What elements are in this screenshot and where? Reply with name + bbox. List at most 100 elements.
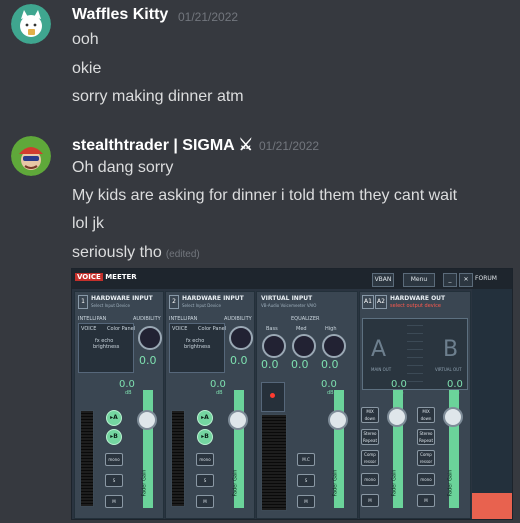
equalizer-label: EQUALIZER xyxy=(291,316,320,322)
strip-device: VB-Audio Voicemeeter VAIO xyxy=(261,303,317,308)
voicemeeter-logo: VOICE MEETER xyxy=(75,273,137,281)
strip-header: VIRTUAL INPUT xyxy=(261,295,313,302)
intellipan-label: INTELLIPAN xyxy=(169,316,198,322)
output-bus-b: 0.0 dB MIXdown Stereo Repeat Comp ressor… xyxy=(415,369,469,517)
strip-header[interactable]: HARDWARE INPUT xyxy=(91,295,153,302)
bus-db-value: 0.0 xyxy=(391,379,407,390)
eq-med-label: Med xyxy=(296,326,307,332)
mute-button[interactable]: M xyxy=(196,495,214,508)
bus-b-letter: B xyxy=(443,337,459,362)
hardware-input-strip-1: 1 HARDWARE INPUT Select Input Device INT… xyxy=(74,291,164,519)
message-text: lol jk xyxy=(72,215,105,232)
eq-high-label: High xyxy=(325,326,337,332)
compressor-button[interactable]: Comp ressor xyxy=(417,450,435,466)
message-text: My kids are asking for dinner i told the… xyxy=(72,187,458,204)
level-meter xyxy=(171,410,185,507)
mute-button[interactable]: M xyxy=(297,495,315,508)
fader-gain[interactable]: Fader Gain xyxy=(141,390,153,508)
mc-button[interactable]: M.C xyxy=(297,453,315,466)
cat-avatar-icon xyxy=(11,4,51,44)
audibility-label: AUDIBILITY xyxy=(133,316,161,322)
mono-button[interactable]: mono xyxy=(105,453,123,466)
fader-label: Fader Gain xyxy=(232,469,239,497)
intellipan-pad[interactable]: VOICE Color Panel fx echo brightness xyxy=(78,323,135,373)
bus-a1-button[interactable]: A1 xyxy=(362,295,374,309)
intellipan-pad[interactable]: VOICE Color Panel fx echo brightness xyxy=(169,323,226,373)
strip-number: 1 xyxy=(78,295,88,309)
attachment-image[interactable]: VOICE MEETER VBAN Menu _ ✕ FORUM 1 HARDW… xyxy=(71,268,513,520)
route-b-button[interactable]: ▸B xyxy=(106,429,122,445)
eq-high-value: 0.0 xyxy=(321,358,339,371)
timestamp: 01/21/2022 xyxy=(259,139,320,153)
bus-db-value: 0.0 xyxy=(447,379,463,390)
avatar-stealthtrader[interactable] xyxy=(11,136,51,176)
gain-db-value: 0.0 xyxy=(321,379,337,390)
message-body: seriously tho xyxy=(72,244,162,261)
audibility-knob[interactable] xyxy=(138,326,162,350)
route-b-button[interactable]: ▸B xyxy=(197,429,213,445)
message-text: okie xyxy=(72,60,102,77)
bus-a2-button[interactable]: A2 xyxy=(375,295,387,309)
gain-db-unit: dB xyxy=(125,390,132,396)
username[interactable]: Waffles Kitty xyxy=(72,6,168,24)
fader-knob[interactable] xyxy=(443,407,463,427)
virtual-meter-panel xyxy=(261,382,285,412)
mute-button[interactable]: M xyxy=(105,495,123,508)
strip-device[interactable]: Select Input Device xyxy=(182,303,221,308)
timestamp: 01/21/2022 xyxy=(178,10,239,24)
message-text: ooh xyxy=(72,31,99,48)
fader-gain[interactable]: Fader Gain xyxy=(332,390,344,508)
solo-button[interactable]: S xyxy=(196,474,214,487)
mix-down-button[interactable]: MIX down xyxy=(361,407,379,423)
fader-label: Fader Gain xyxy=(332,469,339,497)
fader-knob[interactable] xyxy=(387,407,407,427)
fader-gain[interactable]: Fader Gain xyxy=(232,390,244,508)
mono-button[interactable]: mono xyxy=(417,473,435,486)
mute-button[interactable]: M xyxy=(361,494,379,507)
strip-number: 2 xyxy=(169,295,179,309)
vban-button[interactable]: VBAN xyxy=(372,273,394,287)
fader-knob[interactable] xyxy=(328,410,348,430)
eq-bass-knob[interactable] xyxy=(262,334,286,358)
hardware-out-header: HARDWARE OUT xyxy=(390,295,446,302)
bus-a-letter: A xyxy=(371,337,387,362)
mute-button[interactable]: M xyxy=(417,494,435,507)
strip-header[interactable]: HARDWARE INPUT xyxy=(182,295,244,302)
stereo-repeat-button[interactable]: Stereo Repeat xyxy=(361,429,379,445)
audibility-value: 0.0 xyxy=(139,354,157,367)
background-taskbar-accent xyxy=(472,493,512,519)
username[interactable]: stealthtrader | SIGMA ⚔ xyxy=(72,135,253,155)
eq-bass-label: Bass xyxy=(266,326,278,332)
mix-down-button[interactable]: MIX down xyxy=(417,407,435,423)
minimize-button[interactable]: _ xyxy=(443,273,457,287)
gain-db-unit: dB xyxy=(216,390,223,396)
mascot-avatar-icon xyxy=(11,136,51,176)
fader-knob[interactable] xyxy=(137,410,157,430)
background-window xyxy=(472,289,512,519)
level-meter xyxy=(80,410,94,507)
solo-button[interactable]: S xyxy=(297,474,315,487)
audibility-value: 0.0 xyxy=(230,354,248,367)
avatar-waffles-kitty[interactable] xyxy=(11,4,51,44)
eq-high-knob[interactable] xyxy=(322,334,346,358)
virtual-input-strip: VIRTUAL INPUT VB-Audio Voicemeeter VAIO … xyxy=(256,291,358,519)
menu-button[interactable]: Menu xyxy=(403,273,435,287)
level-meter xyxy=(261,414,287,511)
route-a-button[interactable]: ▸A xyxy=(197,410,213,426)
output-warning[interactable]: select output device xyxy=(390,303,441,309)
close-button[interactable]: ✕ xyxy=(459,273,473,287)
mono-button[interactable]: mono xyxy=(196,453,214,466)
fader-label: Fader Gain xyxy=(447,469,454,497)
audibility-knob[interactable] xyxy=(229,326,253,350)
eq-med-knob[interactable] xyxy=(292,334,316,358)
solo-button[interactable]: S xyxy=(105,474,123,487)
forum-button[interactable]: FORUM xyxy=(475,273,497,285)
mono-button[interactable]: mono xyxy=(361,473,379,486)
route-a-button[interactable]: ▸A xyxy=(106,410,122,426)
fader-knob[interactable] xyxy=(228,410,248,430)
message-text: sorry making dinner atm xyxy=(72,88,244,105)
edited-label: (edited) xyxy=(165,249,200,260)
compressor-button[interactable]: Comp ressor xyxy=(361,450,379,466)
strip-device[interactable]: Select Input Device xyxy=(91,303,130,308)
stereo-repeat-button[interactable]: Stereo Repeat xyxy=(417,429,435,445)
